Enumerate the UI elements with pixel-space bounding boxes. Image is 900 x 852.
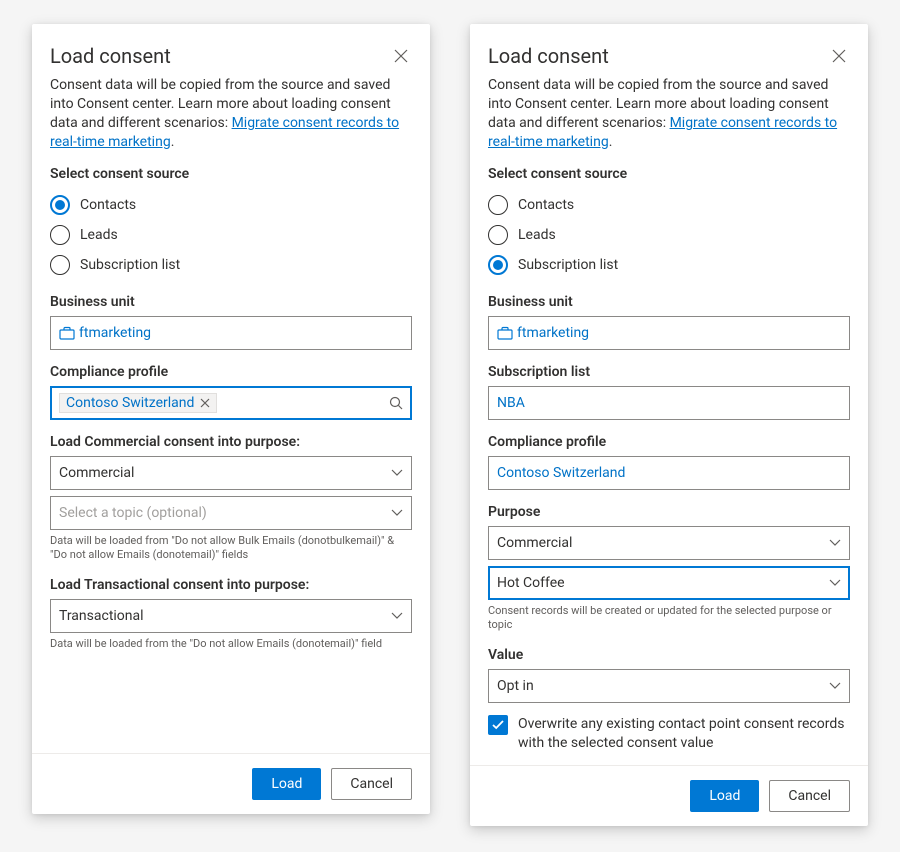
overwrite-checkbox-row[interactable]: Overwrite any existing contact point con… [488,715,850,753]
cancel-button[interactable]: Cancel [331,768,412,800]
chevron-down-icon [391,469,403,477]
radio-contacts[interactable]: Contacts [50,190,412,220]
checkbox-checked-icon [488,715,508,735]
chevron-down-icon [391,612,403,620]
radio-contacts-label: Contacts [518,197,574,213]
purpose-helper: Consent records will be created or updat… [488,604,850,634]
compliance-profile-input[interactable]: Contoso Switzerland [50,386,412,420]
compliance-profile-label: Compliance profile [50,364,412,380]
intro-text: Consent data will be copied from the sou… [488,76,850,152]
close-icon [832,49,846,63]
subscription-list-value: NBA [497,395,841,411]
radio-leads[interactable]: Leads [488,220,850,250]
commercial-topic-placeholder: Select a topic (optional) [59,505,385,521]
intro-suffix: . [609,134,613,150]
load-consent-panel-sublist: Load consent Consent data will be copied… [470,24,868,826]
radio-contacts-label: Contacts [80,197,136,213]
purpose-value: Commercial [497,535,823,551]
search-icon[interactable] [389,396,403,410]
compliance-chip-text: Contoso Switzerland [66,395,194,411]
radio-icon [50,225,70,245]
chevron-down-icon [391,509,403,517]
compliance-profile-label: Compliance profile [488,434,850,450]
chip-remove-icon[interactable] [200,398,210,408]
radio-icon [488,195,508,215]
panel-header: Load consent [50,44,412,68]
transactional-helper: Data will be loaded from the "Do not all… [50,637,412,652]
briefcase-icon [497,326,513,340]
close-button[interactable] [828,45,850,67]
value-label: Value [488,647,850,663]
radio-leads[interactable]: Leads [50,220,412,250]
value-select[interactable]: Opt in [488,669,850,703]
purpose-label: Purpose [488,504,850,520]
load-button[interactable]: Load [252,768,321,800]
radio-sublist-label: Subscription list [80,257,180,273]
cancel-button[interactable]: Cancel [769,780,850,812]
close-icon [394,49,408,63]
commercial-purpose-select[interactable]: Commercial [50,456,412,490]
panel-footer: Load Cancel [470,765,868,826]
intro-suffix: . [171,134,175,150]
radio-contacts[interactable]: Contacts [488,190,850,220]
radio-icon [488,225,508,245]
transactional-purpose-value: Transactional [59,608,385,624]
intro-text: Consent data will be copied from the sou… [50,76,412,152]
radio-subscription-list[interactable]: Subscription list [50,250,412,280]
panel-header: Load consent [488,44,850,68]
business-unit-label: Business unit [488,294,850,310]
radio-icon [50,255,70,275]
panel-footer: Load Cancel [32,753,430,814]
load-consent-panel-contacts: Load consent Consent data will be copied… [32,24,430,814]
select-source-heading: Select consent source [488,166,850,182]
commercial-topic-select[interactable]: Select a topic (optional) [50,496,412,530]
business-unit-label: Business unit [50,294,412,310]
commercial-helper: Data will be loaded from "Do not allow B… [50,534,412,564]
overwrite-checkbox-label: Overwrite any existing contact point con… [518,715,850,753]
chevron-down-icon [829,579,841,587]
radio-sublist-label: Subscription list [518,257,618,273]
radio-subscription-list[interactable]: Subscription list [488,250,850,280]
subscription-list-label: Subscription list [488,364,850,380]
transactional-heading: Load Transactional consent into purpose: [50,577,412,593]
briefcase-icon [59,326,75,340]
compliance-profile-input[interactable]: Contoso Switzerland [488,456,850,490]
value-value: Opt in [497,678,823,694]
commercial-heading: Load Commercial consent into purpose: [50,434,412,450]
purpose-select[interactable]: Commercial [488,526,850,560]
business-unit-value: ftmarketing [517,325,841,341]
topic-select[interactable]: Hot Coffee [488,566,850,600]
topic-value: Hot Coffee [497,575,823,591]
subscription-list-input[interactable]: NBA [488,386,850,420]
commercial-purpose-value: Commercial [59,465,385,481]
business-unit-value: ftmarketing [79,325,403,341]
radio-icon [50,195,70,215]
chevron-down-icon [829,539,841,547]
compliance-profile-value: Contoso Switzerland [497,465,841,481]
load-button[interactable]: Load [690,780,759,812]
panel-title: Load consent [50,44,171,68]
chevron-down-icon [829,682,841,690]
close-button[interactable] [390,45,412,67]
compliance-chip: Contoso Switzerland [59,393,217,413]
transactional-purpose-select[interactable]: Transactional [50,599,412,633]
business-unit-input[interactable]: ftmarketing [488,316,850,350]
radio-icon [488,255,508,275]
radio-leads-label: Leads [518,227,556,243]
panel-title: Load consent [488,44,609,68]
select-source-heading: Select consent source [50,166,412,182]
business-unit-input[interactable]: ftmarketing [50,316,412,350]
radio-leads-label: Leads [80,227,118,243]
